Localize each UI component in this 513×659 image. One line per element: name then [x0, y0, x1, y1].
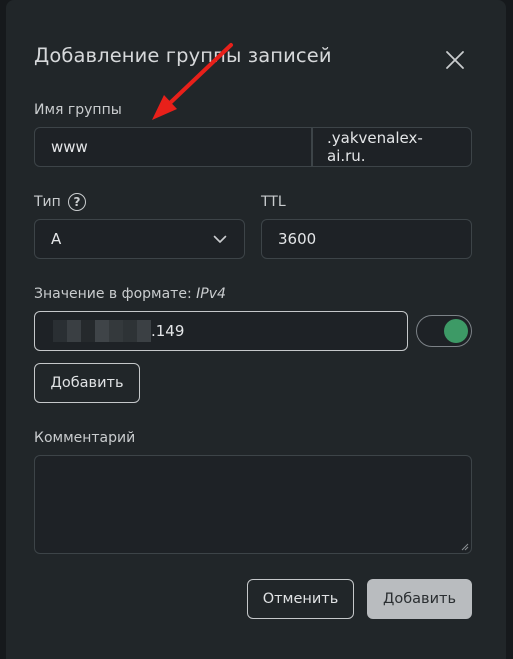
close-button[interactable]: [443, 48, 467, 72]
group-name-input[interactable]: www: [34, 127, 312, 167]
resize-grip-icon[interactable]: [461, 543, 469, 551]
add-record-group-dialog: Добавление группы записей Имя группы www…: [6, 0, 506, 659]
comment-label: Комментарий: [34, 430, 136, 446]
comment-textarea[interactable]: [34, 455, 472, 554]
toggle-knob: [444, 319, 468, 343]
group-name-label: Имя группы: [34, 102, 122, 118]
dialog-title: Добавление группы записей: [34, 44, 332, 67]
value-format-type: IPv4: [196, 286, 226, 302]
ttl-label: TTL: [261, 194, 286, 210]
domain-suffix-text: .yakvenalex-ai.ru.: [327, 129, 423, 165]
help-circle-icon[interactable]: ?: [68, 193, 86, 211]
ip-visible-suffix: .149: [151, 322, 185, 340]
ttl-input[interactable]: 3600: [261, 219, 472, 259]
add-value-button[interactable]: Добавить: [34, 363, 140, 403]
type-label: Тип: [34, 194, 61, 210]
submit-button[interactable]: Добавить: [367, 579, 472, 619]
type-select[interactable]: A: [34, 219, 245, 259]
cancel-button[interactable]: Отменить: [247, 579, 354, 619]
value-format-label: Значение в формате: IPv4: [34, 286, 226, 302]
type-selected-value: A: [51, 230, 62, 248]
ip-value-input[interactable]: .149: [34, 311, 408, 351]
domain-suffix: .yakvenalex-ai.ru.: [312, 127, 472, 167]
redacted-ip-prefix: [53, 320, 151, 342]
chevron-down-icon: [213, 235, 227, 243]
ttl-value: 3600: [278, 230, 317, 248]
close-icon: [446, 51, 464, 69]
group-name-value: www: [51, 138, 88, 156]
value-enabled-toggle[interactable]: [416, 315, 472, 347]
